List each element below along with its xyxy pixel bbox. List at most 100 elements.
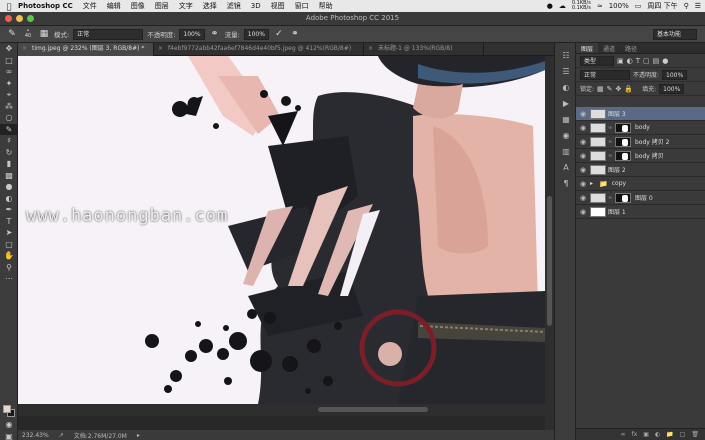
properties-panel-icon[interactable]: ☰ <box>555 63 577 79</box>
layer-style-icon[interactable]: fx <box>632 431 638 438</box>
menu-help[interactable]: 帮助 <box>319 1 333 11</box>
layer-name[interactable]: 图层 2 <box>608 165 626 174</box>
vertical-scrollbar[interactable] <box>545 56 554 430</box>
history-brush-tool-icon[interactable]: ↻ <box>0 147 18 159</box>
status-arrow-icon[interactable]: ▸ <box>137 432 140 439</box>
tab-timg[interactable]: × timg.jpeg @ 232% (图层 3, RGB/8#) * <box>18 43 154 56</box>
path-select-tool-icon[interactable]: ➤ <box>0 227 18 239</box>
actions-panel-icon[interactable]: ▶ <box>555 95 577 111</box>
character-panel-icon[interactable]: A <box>555 159 577 175</box>
more-tools-icon[interactable]: ⋯ <box>0 273 18 285</box>
layer-row[interactable]: ◉ ∞ body <box>576 121 705 135</box>
healing-tool-icon[interactable]: ○ <box>0 112 18 124</box>
layer-row[interactable]: ◉ ∞ body 拷贝 <box>576 149 705 163</box>
brush-tool-preset-icon[interactable]: ✎ <box>6 28 18 40</box>
filter-toggle-icon[interactable]: ● <box>662 57 668 65</box>
visibility-eye-icon[interactable]: ◉ <box>576 208 590 216</box>
visibility-eye-icon[interactable]: ◉ <box>576 180 590 188</box>
menu-window[interactable]: 窗口 <box>295 1 309 11</box>
pressure-size-icon[interactable]: ⚭ <box>289 28 301 40</box>
type-tool-icon[interactable]: T <box>0 216 18 228</box>
paragraph-panel-icon[interactable]: ¶ <box>555 175 577 191</box>
expand-arrow-icon[interactable]: ▸ <box>590 180 593 187</box>
brush-panel-icon[interactable]: ▦ <box>38 28 50 40</box>
menu-layer[interactable]: 图层 <box>155 1 169 11</box>
menu-image[interactable]: 图像 <box>131 1 145 11</box>
layer-name[interactable]: body 拷贝 2 <box>635 137 669 146</box>
crop-tool-icon[interactable]: ⌖ <box>0 89 18 101</box>
tab-channels[interactable]: 通道 <box>598 43 620 53</box>
eraser-tool-icon[interactable]: ▮ <box>0 158 18 170</box>
mask-link-icon[interactable]: ∞ <box>608 195 613 201</box>
blur-tool-icon[interactable]: ● <box>0 181 18 193</box>
foreground-color-swatch[interactable] <box>3 405 11 413</box>
tab-layers[interactable]: 图层 <box>576 43 599 53</box>
stamp-tool-icon[interactable]: ♯ <box>0 135 18 147</box>
vertical-scroll-thumb[interactable] <box>547 196 552 326</box>
swatches-panel-icon[interactable]: ▦ <box>555 111 577 127</box>
visibility-eye-icon[interactable]: ◉ <box>576 152 590 160</box>
layer-row[interactable]: ◉ ▸ 📁 copy <box>576 177 705 191</box>
marquee-tool-icon[interactable]: □ <box>0 55 18 67</box>
visibility-eye-icon[interactable]: ◉ <box>576 166 590 174</box>
filter-adjust-icon[interactable]: ◐ <box>627 57 633 65</box>
delete-layer-icon[interactable]: 🗑 <box>691 431 699 438</box>
add-mask-icon[interactable]: ▣ <box>643 431 649 438</box>
airbrush-icon[interactable]: ✓ <box>273 28 285 40</box>
visibility-eye-icon[interactable]: ◉ <box>576 138 590 146</box>
menu-select[interactable]: 选择 <box>203 1 217 11</box>
pressure-opacity-icon[interactable]: ⚭ <box>209 28 221 40</box>
horizontal-scrollbar[interactable] <box>18 404 545 416</box>
link-layers-icon[interactable]: ∞ <box>621 431 626 438</box>
new-group-icon[interactable]: 📁 <box>666 431 673 438</box>
lock-all-icon[interactable]: 🔒 <box>624 85 633 93</box>
battery-icon[interactable]: ▭ <box>635 2 642 10</box>
screen-mode-icon[interactable]: ▣ <box>0 431 18 440</box>
lock-paint-icon[interactable]: ✎ <box>607 85 613 93</box>
close-tab-icon[interactable]: × <box>368 43 373 55</box>
tab-untitled[interactable]: × 未标题-1 @ 133%(RGB/8) <box>364 43 484 56</box>
tab-f4ebf[interactable]: × f4ebf9772abb42faa6ef7846d4e40bf5.jpeg … <box>154 43 364 56</box>
blend-mode-select[interactable]: 正常 <box>580 69 630 80</box>
pen-tool-icon[interactable]: ✒ <box>0 204 18 216</box>
brush-tool-icon[interactable]: ✎ <box>0 123 18 135</box>
mask-link-icon[interactable]: ∞ <box>608 139 613 145</box>
visibility-eye-icon[interactable]: ◉ <box>576 124 590 132</box>
app-menu[interactable]: Photoshop CC <box>18 2 73 10</box>
layer-row[interactable]: ◉ 图层 2 <box>576 163 705 177</box>
lock-pixels-icon[interactable]: ▦ <box>597 85 604 93</box>
layer-name[interactable]: 图层 0 <box>635 193 653 202</box>
layer-row[interactable]: ◉ 图层 3 <box>576 107 705 121</box>
layer-filter-select[interactable]: 类型 <box>580 55 614 66</box>
move-tool-icon[interactable]: ✥ <box>0 43 18 55</box>
flow-field[interactable]: 100% <box>243 28 269 40</box>
visibility-eye-icon[interactable]: ◉ <box>576 194 590 202</box>
lasso-tool-icon[interactable]: ∞ <box>0 66 18 78</box>
layer-name[interactable]: 图层 3 <box>608 109 626 118</box>
filter-image-icon[interactable]: ▣ <box>617 57 624 65</box>
close-tab-icon[interactable]: × <box>158 43 163 55</box>
layer-mask-thumbnail[interactable] <box>615 150 631 161</box>
layer-name[interactable]: 图层 1 <box>608 207 626 216</box>
horizontal-scroll-thumb[interactable] <box>318 407 428 412</box>
hand-tool-icon[interactable]: ✋ <box>0 250 18 262</box>
mask-link-icon[interactable]: ∞ <box>608 125 613 131</box>
battery-level[interactable]: 100% <box>609 2 629 10</box>
apple-icon[interactable]:  <box>0 2 18 11</box>
fill-field[interactable]: 100% <box>659 83 685 94</box>
adjustments-panel-icon[interactable]: ◐ <box>555 79 577 95</box>
menu-file[interactable]: 文件 <box>83 1 97 11</box>
menu-type[interactable]: 文字 <box>179 1 193 11</box>
zoom-level[interactable]: 232.43% <box>22 432 49 439</box>
zoom-tool-icon[interactable]: ⚲ <box>0 262 18 274</box>
brush-picker[interactable]: • 40 <box>22 28 34 40</box>
mask-link-icon[interactable]: ∞ <box>608 153 613 159</box>
lock-move-icon[interactable]: ✥ <box>616 85 622 93</box>
layer-name[interactable]: body 拷贝 <box>635 151 664 160</box>
wifi-icon[interactable]: ≈ <box>597 2 603 10</box>
menu-filter[interactable]: 滤镜 <box>227 1 241 11</box>
history-panel-icon[interactable]: ☷ <box>555 47 577 63</box>
close-tab-icon[interactable]: × <box>22 43 27 55</box>
filter-type-icon[interactable]: T <box>636 57 640 65</box>
notification-icon[interactable]: ☰ <box>695 2 701 10</box>
